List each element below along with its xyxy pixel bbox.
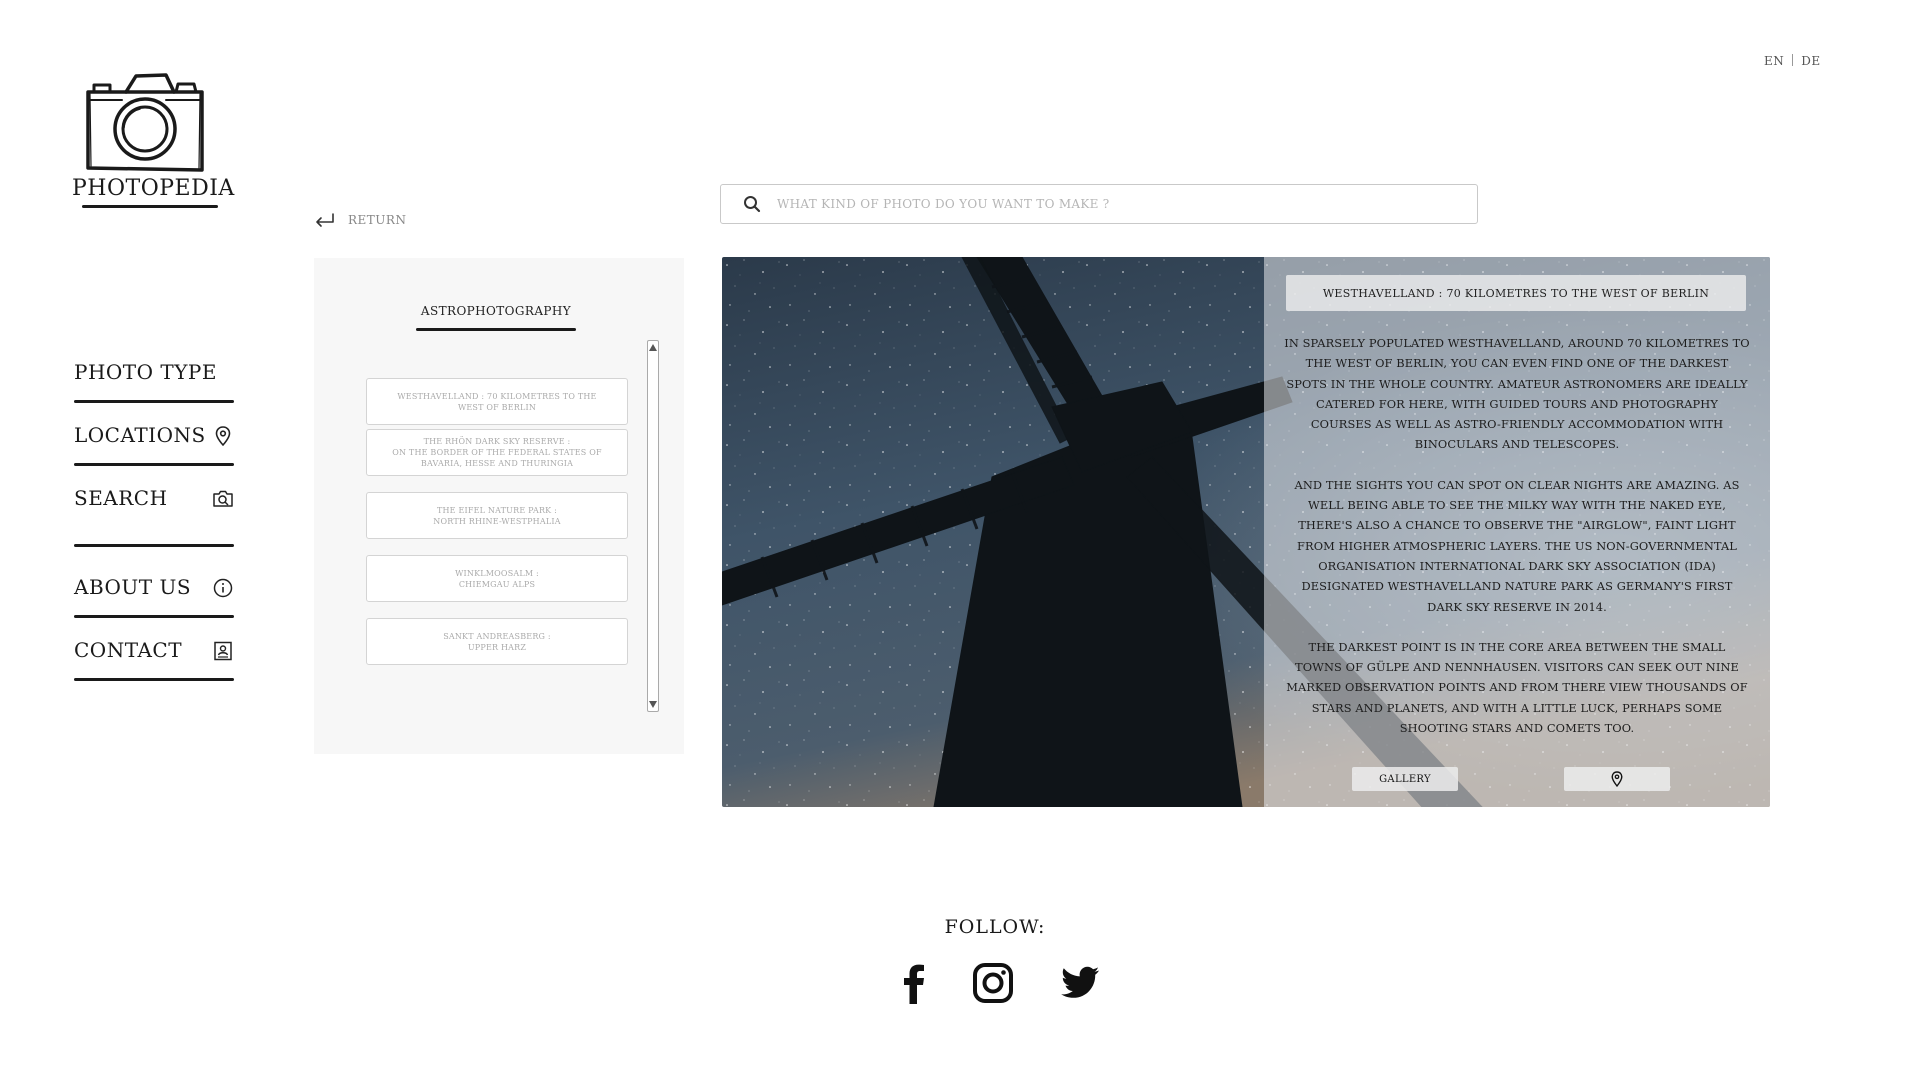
twitter-icon[interactable] [1057,960,1103,1006]
lang-de-link[interactable]: DE [1801,54,1820,68]
location-item-eifel[interactable]: THE EIFEL NATURE PARK : NORTH RHINE-WEST… [366,492,628,539]
scroll-up-arrow-icon[interactable] [649,344,657,351]
return-link[interactable]: RETURN [314,212,406,228]
nav-divider [74,463,234,466]
nav-divider [74,615,234,618]
logo[interactable]: PHOTOPEDIA [72,70,235,208]
nav-item-contact[interactable]: CONTACT [74,628,234,678]
language-switch: EN DE [1764,54,1821,68]
search-icon [744,196,761,213]
location-pin-icon [215,426,231,447]
camera-search-icon [213,490,233,507]
nav-item-label: LOCATIONS [74,423,206,447]
search-input[interactable] [777,197,1417,211]
location-item-sankt-andreasberg[interactable]: SANKT ANDREASBERG : UPPER HARZ [366,618,628,665]
contact-card-icon [214,641,232,661]
follow-label: FOLLOW: [944,916,1046,938]
return-arrow-icon [316,213,334,227]
main-nav: PHOTO TYPE LOCATIONS SEARCH ABOUT US CON… [74,350,234,691]
logo-underline [82,205,218,208]
nav-item-photo-type[interactable]: PHOTO TYPE [74,350,234,400]
facebook-icon[interactable] [891,960,937,1006]
nav-item-label: SEARCH [74,486,168,510]
nav-item-label: ABOUT US [74,575,192,599]
panel-title-underline [416,328,576,331]
location-pin-icon [1611,771,1623,787]
location-description: IN SPARSELY POPULATED WESTHAVELLAND, ARO… [1284,333,1750,758]
map-button[interactable] [1564,767,1670,791]
search-bar [720,184,1478,224]
location-item-winklmoosalm[interactable]: WINKLMOOSALM : CHIEMGAU ALPS [366,555,628,602]
location-item-rhoen[interactable]: THE RHÖN DARK SKY RESERVE : ON THE BORDE… [366,429,628,476]
location-info-panel: WESTHAVELLAND : 70 KILOMETRES TO THE WES… [1264,257,1770,807]
list-scrollbar[interactable] [647,340,659,712]
scroll-down-arrow-icon[interactable] [649,701,657,708]
return-label: RETURN [348,213,407,227]
lang-divider [1792,54,1794,66]
description-paragraph: IN SPARSELY POPULATED WESTHAVELLAND, ARO… [1284,336,1750,452]
instagram-icon[interactable] [970,960,1016,1006]
camera-icon [86,73,204,172]
gallery-button[interactable]: GALLERY [1352,767,1458,791]
location-title: WESTHAVELLAND : 70 KILOMETRES TO THE WES… [1286,275,1746,311]
nav-divider [74,400,234,403]
nav-divider [74,678,234,681]
description-paragraph: AND THE SIGHTS YOU CAN SPOT ON CLEAR NIG… [1294,477,1740,614]
nav-item-about-us[interactable]: ABOUT US [74,565,234,615]
nav-item-locations[interactable]: LOCATIONS [74,413,234,463]
nav-item-search[interactable]: SEARCH [74,476,234,526]
location-item-westhavelland[interactable]: WESTHAVELLAND : 70 KILOMETRES TO THE WES… [366,378,628,425]
location-detail-card: WESTHAVELLAND : 70 KILOMETRES TO THE WES… [722,257,1770,807]
nav-divider [74,544,234,547]
location-list-panel: ASTROPHOTOGRAPHY WESTHAVELLAND : 70 KILO… [314,258,684,754]
nav-item-label: PHOTO TYPE [74,360,217,384]
lang-en-link[interactable]: EN [1764,54,1784,68]
panel-title: ASTROPHOTOGRAPHY [420,304,572,318]
nav-item-label: CONTACT [74,638,183,662]
location-list: WESTHAVELLAND : 70 KILOMETRES TO THE WES… [366,378,628,681]
logo-title: PHOTOPEDIA [72,176,235,201]
info-icon [213,578,233,598]
description-paragraph: THE DARKEST POINT IS IN THE CORE AREA BE… [1286,639,1748,736]
